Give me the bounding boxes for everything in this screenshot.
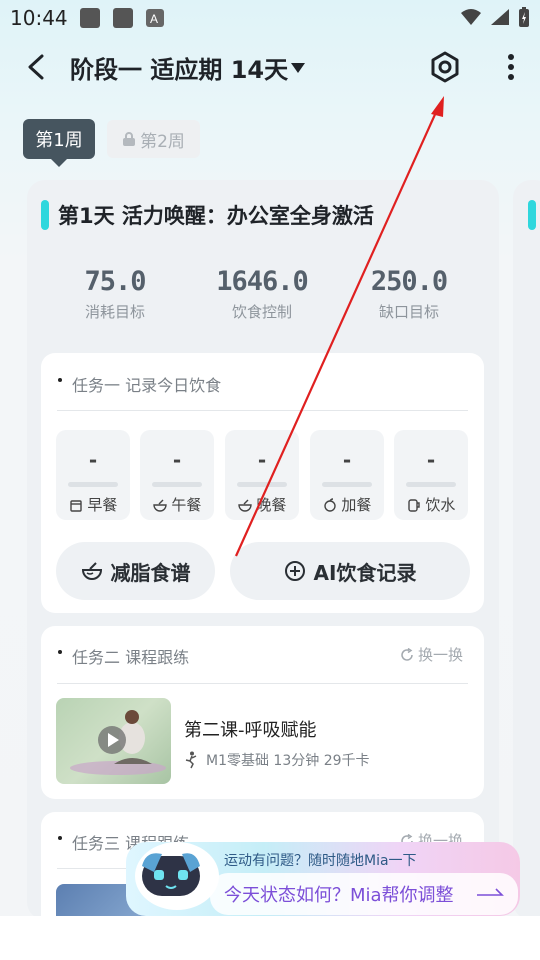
stat-value: 75.0 xyxy=(84,266,146,297)
ai-diet-record-button[interactable]: AI饮食记录 xyxy=(230,542,470,600)
tab-week-2[interactable]: 第2周 xyxy=(107,120,200,158)
swap-course-button[interactable]: 换一换 xyxy=(400,644,463,665)
status-time: 10:44 xyxy=(10,6,68,30)
stat-label: 消耗目标 xyxy=(84,303,145,321)
course-thumbnail[interactable] xyxy=(56,698,171,784)
divider xyxy=(57,683,468,684)
day-title: 第1天 活力唤醒：办公室全身激活 xyxy=(58,204,374,228)
breakfast-icon xyxy=(69,500,82,512)
meal-progress xyxy=(406,482,456,487)
meal-label-text: 早餐 xyxy=(87,496,118,514)
meal-label: 晚餐 xyxy=(225,494,299,515)
yoga-figure-illustration xyxy=(70,710,166,775)
notification-icon xyxy=(113,8,133,28)
lock-icon xyxy=(123,132,136,146)
meal-label-text: 午餐 xyxy=(171,496,202,514)
course-title[interactable]: 第二课-呼吸赋能 xyxy=(184,716,317,742)
stat-label: 饮食控制 xyxy=(231,303,292,321)
settings-icon[interactable] xyxy=(428,50,462,84)
add-circle-icon xyxy=(284,561,305,581)
app-notification-icon: A xyxy=(146,9,164,27)
bullet-dot xyxy=(58,836,62,840)
meal-progress xyxy=(152,482,202,487)
arrow-right-icon[interactable] xyxy=(476,886,504,900)
ai-diet-record-label: AI饮食记录 xyxy=(313,560,417,585)
meal-label-text: 加餐 xyxy=(341,496,372,514)
page-title[interactable]: 阶段一 适应期 14天 xyxy=(70,50,288,85)
wifi-icon xyxy=(461,9,481,25)
tab-week-1-label: 第1周 xyxy=(35,130,83,151)
mia-robot-avatar[interactable] xyxy=(132,832,222,912)
bullet-dot xyxy=(58,378,62,382)
more-options-icon[interactable] xyxy=(500,52,522,82)
stat-value: 250.0 xyxy=(370,266,448,297)
back-icon[interactable] xyxy=(22,52,50,82)
refresh-icon xyxy=(401,647,413,661)
meal-progress xyxy=(237,482,287,487)
dinner-icon xyxy=(237,499,252,512)
divider xyxy=(57,410,468,411)
system-icons xyxy=(460,6,530,28)
meal-label: 饮水 xyxy=(394,494,468,515)
course-meta-text: M1零基础 13分钟 29千卡 xyxy=(206,753,370,769)
course-meta: M1零基础 13分钟 29千卡 xyxy=(184,750,370,770)
recipe-button[interactable]: 减脂食谱 xyxy=(56,542,215,600)
meal-label: 早餐 xyxy=(56,494,130,515)
next-day-accent xyxy=(528,200,536,230)
meal-label-text: 晚餐 xyxy=(256,496,287,514)
tab-week-1[interactable]: 第1周 xyxy=(23,119,95,159)
bowl-icon xyxy=(81,562,102,580)
tab-pointer xyxy=(51,159,67,167)
meal-water[interactable]: - 饮水 xyxy=(394,430,468,520)
task1-title: 任务一 记录今日饮食 xyxy=(72,376,222,395)
stat-deficit-target: 250.0 缺口目标 xyxy=(339,266,479,322)
mia-subtitle: 运动有问题？随时随地Mia一下 xyxy=(224,853,417,869)
stat-burn-target: 75.0 消耗目标 xyxy=(45,266,185,322)
notification-icon xyxy=(80,8,100,28)
meal-label: 加餐 xyxy=(310,494,384,515)
recipe-button-label: 减脂食谱 xyxy=(110,560,191,585)
lunch-icon xyxy=(152,499,167,512)
meal-breakfast[interactable]: - 早餐 xyxy=(56,430,130,520)
meal-progress xyxy=(322,482,372,487)
meal-label: 午餐 xyxy=(140,494,214,515)
meal-snack[interactable]: - 加餐 xyxy=(310,430,384,520)
meal-progress xyxy=(68,482,118,487)
signal-icon xyxy=(491,9,509,25)
meal-value: - xyxy=(257,448,267,472)
bullet-dot xyxy=(58,650,62,654)
next-day-card[interactable] xyxy=(513,180,540,920)
stat-diet-control: 1646.0 饮食控制 xyxy=(192,266,332,322)
meal-value: - xyxy=(342,448,352,472)
svg-text:A: A xyxy=(150,12,158,26)
meal-value: - xyxy=(88,448,98,472)
meal-value: - xyxy=(426,448,436,472)
task2-title: 任务二 课程跟练 xyxy=(72,648,190,667)
stat-value: 1646.0 xyxy=(216,266,309,297)
status-bar: 10:44 A xyxy=(0,0,540,36)
fitness-icon xyxy=(185,751,197,769)
day-accent-bar xyxy=(41,200,49,230)
snack-icon xyxy=(323,498,336,512)
mia-prompt[interactable]: 今天状态如何？Mia帮你调整 xyxy=(224,881,454,907)
meal-dinner[interactable]: - 晚餐 xyxy=(225,430,299,520)
tab-week-2-label: 第2周 xyxy=(140,131,185,152)
battery-icon xyxy=(519,7,529,27)
meal-value: - xyxy=(172,448,182,472)
swap-label: 换一换 xyxy=(418,646,464,664)
caret-down-icon[interactable] xyxy=(290,62,306,74)
meal-lunch[interactable]: - 午餐 xyxy=(140,430,214,520)
bottom-area xyxy=(0,916,540,960)
meal-label-text: 饮水 xyxy=(425,496,456,514)
water-icon xyxy=(407,499,420,512)
stat-label: 缺口目标 xyxy=(378,303,439,321)
